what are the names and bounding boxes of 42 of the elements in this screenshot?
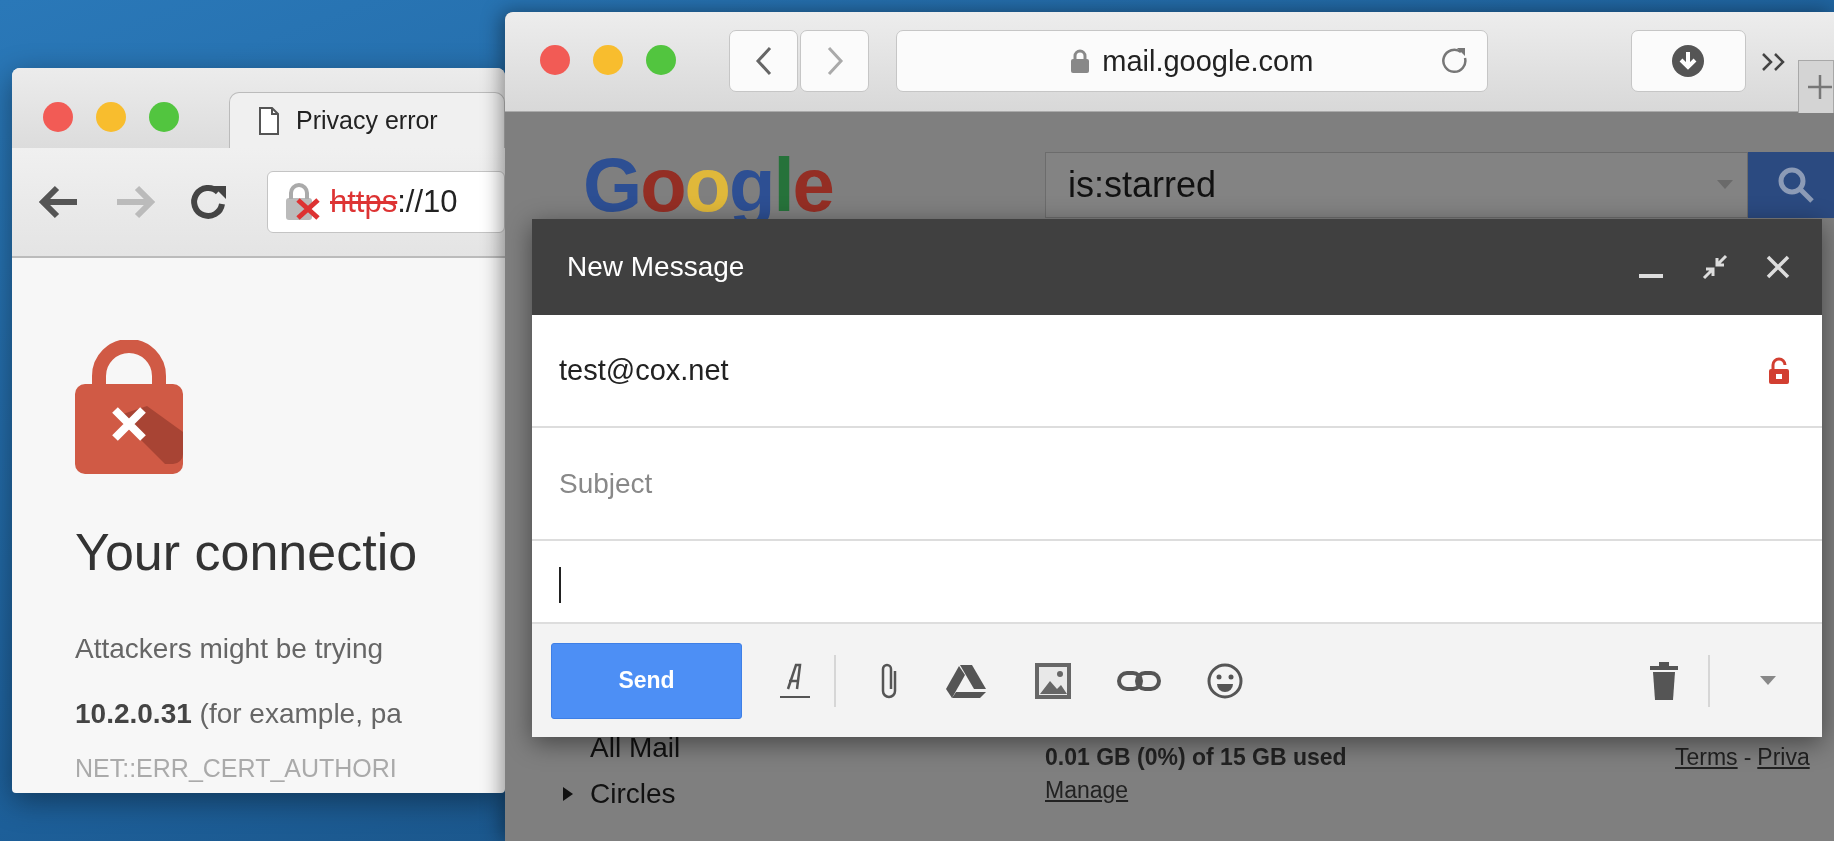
manage-link[interactable]: Manage: [1045, 777, 1129, 804]
close-button[interactable]: [540, 45, 570, 75]
triangle-right-icon[interactable]: [562, 787, 574, 801]
link-icon[interactable]: [1117, 669, 1161, 692]
browser-tab[interactable]: Privacy error: [229, 92, 505, 148]
download-icon: [1671, 44, 1706, 78]
chevron-left-icon: [754, 46, 773, 76]
separator-text: -: [1743, 744, 1752, 772]
close-icon[interactable]: [1766, 255, 1790, 279]
address-field[interactable]: mail.google.com: [896, 30, 1488, 92]
error-text: 10.2.0.31 (for example, pa: [75, 697, 402, 731]
footer-link[interactable]: Terms: [1675, 744, 1738, 812]
error-heading: Your connectio: [75, 522, 419, 582]
error-code: NET::ERR_CERT_AUTHORI: [75, 754, 398, 783]
plus-icon: [1807, 74, 1833, 100]
sidebar-item[interactable]: Circles: [590, 778, 676, 810]
close-button[interactable]: [43, 102, 73, 132]
collapse-icon[interactable]: [1702, 254, 1728, 280]
send-button[interactable]: Send: [551, 642, 742, 719]
trash-icon[interactable]: [1650, 661, 1678, 700]
recipient-field[interactable]: test@cox.net: [559, 354, 729, 387]
lock-icon: [1070, 49, 1091, 73]
footer-link[interactable]: Priva: [1757, 744, 1810, 812]
smiley-icon[interactable]: [1206, 661, 1244, 700]
error-lock-icon: [75, 340, 183, 474]
search-field[interactable]: is:starred: [1045, 152, 1748, 218]
error-text: Attackers might be trying: [75, 632, 384, 666]
chevron-right-icon: [825, 46, 844, 76]
new-tab-button[interactable]: [1798, 60, 1834, 113]
back-button[interactable]: [729, 30, 798, 92]
dropdown-arrow-icon: [1717, 180, 1733, 190]
compose-header: New Message: [532, 219, 1822, 315]
reload-icon[interactable]: [189, 182, 229, 222]
dropdown-arrow-icon[interactable]: [1760, 675, 1776, 686]
triangle-logo-icon[interactable]: [946, 663, 986, 698]
image-icon[interactable]: [1034, 661, 1072, 700]
search-icon: [1776, 165, 1816, 205]
address-field[interactable]: https://10: [267, 171, 505, 233]
downloads-button[interactable]: [1630, 30, 1746, 92]
page-icon: [258, 106, 280, 135]
storage-usage: 0.01 GB (0%) of 15 GB used: [1045, 744, 1348, 771]
search-button[interactable]: [1748, 152, 1834, 218]
